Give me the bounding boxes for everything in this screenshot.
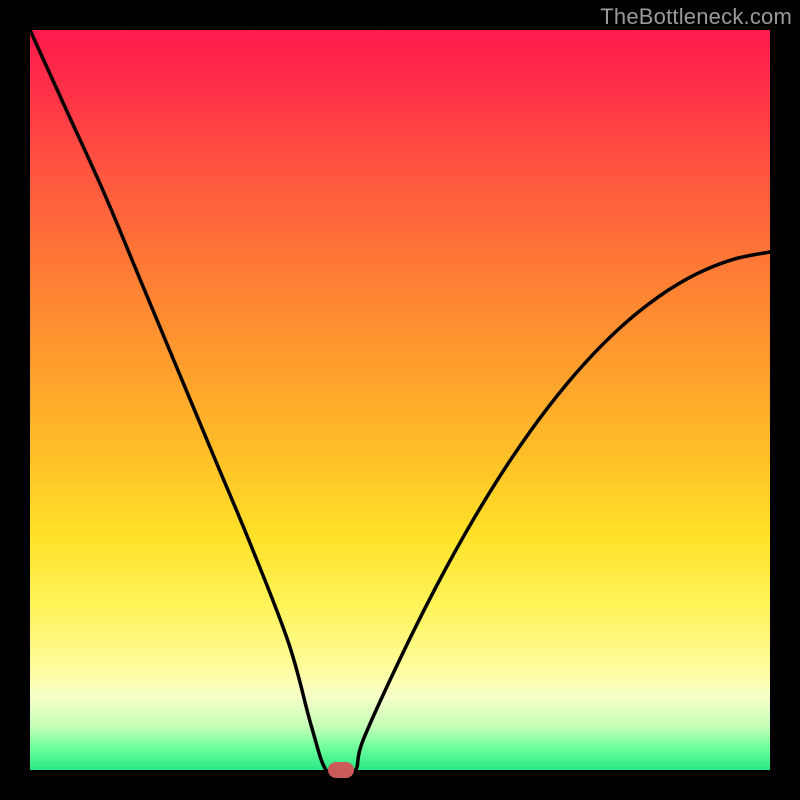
- chart-frame: TheBottleneck.com: [0, 0, 800, 800]
- optimum-marker: [328, 762, 354, 778]
- chart-plot-area: [30, 30, 770, 770]
- bottleneck-curve: [30, 30, 770, 770]
- watermark-text: TheBottleneck.com: [600, 4, 792, 30]
